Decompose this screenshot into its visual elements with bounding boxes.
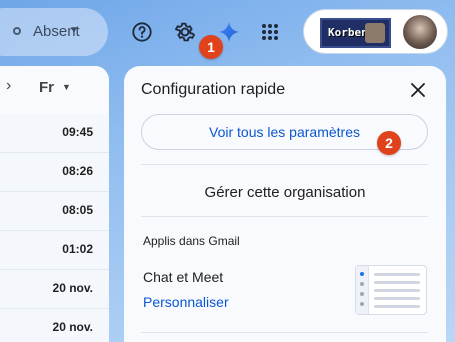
mail-row-time: 20 nov. <box>52 281 93 295</box>
preview-line <box>374 273 420 276</box>
gear-icon <box>175 22 195 42</box>
mail-row[interactable]: 20 nov. <box>0 270 109 309</box>
quick-settings-title: Configuration rapide <box>141 81 286 98</box>
preview-line <box>374 297 420 300</box>
preview-dot <box>360 292 364 296</box>
preview-sidebar <box>356 266 369 314</box>
manage-organization-link[interactable]: Gérer cette organisation <box>124 184 446 201</box>
preview-line <box>374 281 420 284</box>
apps-in-gmail-heading: Applis dans Gmail <box>143 234 240 248</box>
mail-row[interactable]: 08:26 <box>0 153 109 192</box>
mail-row-time: 01:02 <box>62 242 93 256</box>
preview-line <box>374 289 420 292</box>
customize-link[interactable]: Personnaliser <box>143 294 229 310</box>
grid-apps-icon <box>262 24 278 40</box>
circle-status-icon <box>13 27 21 35</box>
mail-row-time: 08:26 <box>62 164 93 178</box>
preview-dot <box>360 272 364 276</box>
mail-list-toolbar: › Fr ▼ <box>0 66 109 114</box>
mail-row[interactable]: 01:02 <box>0 231 109 270</box>
organization-logo-text: Korben <box>328 26 368 39</box>
mail-row-time: 08:05 <box>62 203 93 217</box>
divider <box>141 332 428 333</box>
apps-launcher-button[interactable] <box>252 14 288 50</box>
mail-row-time: 20 nov. <box>52 320 93 334</box>
chat-meet-label: Chat et Meet <box>143 269 224 285</box>
preview-dot <box>360 302 364 306</box>
mail-row[interactable]: 08:05 <box>0 192 109 231</box>
status-selector[interactable]: Absent ▼ <box>0 8 108 56</box>
close-button[interactable] <box>406 78 430 102</box>
step-badge-2: 2 <box>377 131 401 155</box>
quick-settings-panel: Configuration rapide Voir tous les param… <box>124 66 446 342</box>
settings-button[interactable] <box>167 14 203 50</box>
close-icon <box>411 83 425 97</box>
preview-line <box>374 305 420 308</box>
chevron-down-icon: ▼ <box>69 25 79 36</box>
mail-row[interactable]: 20 nov. <box>0 309 109 342</box>
chevron-down-icon[interactable]: ▼ <box>62 82 71 92</box>
help-icon <box>132 22 152 42</box>
avatar[interactable] <box>403 15 437 49</box>
chevron-right-icon[interactable]: › <box>6 77 11 95</box>
sparkle-icon <box>218 21 240 43</box>
divider <box>141 164 428 165</box>
organization-logo: Korben <box>320 18 391 48</box>
preview-dot <box>360 282 364 286</box>
help-button[interactable] <box>124 14 160 50</box>
input-language-label[interactable]: Fr <box>39 79 54 96</box>
mail-list-panel: › Fr ▼ 09:45 08:26 08:05 01:02 20 nov. 2… <box>0 66 109 342</box>
gemini-button[interactable] <box>211 14 247 50</box>
account-switcher[interactable]: Korben <box>303 9 448 54</box>
chat-meet-layout-preview[interactable] <box>355 265 427 315</box>
mail-row[interactable]: 09:45 <box>0 114 109 153</box>
mail-row-time: 09:45 <box>62 125 93 139</box>
logo-character-image <box>365 23 385 43</box>
divider <box>141 216 428 217</box>
